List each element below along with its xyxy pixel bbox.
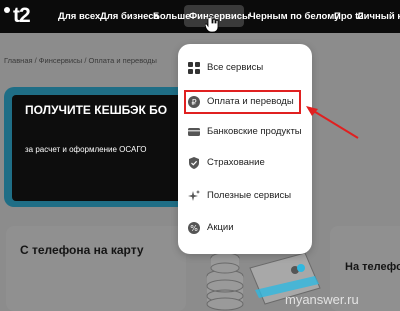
annotation-highlight-box: [184, 90, 301, 114]
sparkle-icon: [188, 190, 200, 201]
promo-title: ПОЛУЧИТЕ КЕШБЭК БО: [25, 103, 168, 117]
svg-text:%: %: [190, 224, 198, 233]
hand-cursor-icon: [205, 15, 219, 33]
nav-item-account[interactable]: Личный каб: [357, 9, 400, 24]
dropdown-item-insurance[interactable]: Страхование: [178, 152, 312, 174]
top-navigation: t2 Для всех Для бизнеса Больше Финсервис…: [0, 0, 400, 33]
nav-item-business[interactable]: Для бизнеса: [100, 9, 159, 24]
logo-dot: [4, 7, 10, 13]
dropdown-item-bank-products[interactable]: Банковские продукты: [178, 121, 312, 143]
dropdown-item-all-services[interactable]: Все сервисы: [178, 57, 312, 79]
finservices-dropdown: Все сервисы ₽ Оплата и переводы Банковск…: [178, 44, 312, 254]
shield-icon: [189, 157, 199, 169]
nav-item-finservices[interactable]: Финсервисы: [189, 9, 250, 24]
dropdown-item-label: Все сервисы: [207, 62, 264, 73]
dropdown-item-useful-services[interactable]: Полезные сервисы: [178, 185, 312, 207]
percent-icon: %: [188, 222, 200, 234]
logo-text: t2: [13, 4, 31, 27]
nav-item-black-on-white[interactable]: Черным по белому: [249, 9, 339, 24]
breadcrumb: Главная / Финсервисы / Оплата и переводы: [4, 56, 157, 65]
grid-icon: [188, 62, 200, 74]
nav-item-for-all[interactable]: Для всех: [58, 9, 100, 24]
card-icon: [188, 128, 200, 136]
annotation-arrow: [306, 106, 359, 139]
dropdown-item-label: Страхование: [207, 157, 265, 168]
phone-to-card-tile[interactable]: [6, 226, 186, 311]
t2-logo[interactable]: t2: [4, 4, 40, 28]
dropdown-item-label: Полезные сервисы: [207, 190, 292, 201]
phone-to-card-title: С телефона на карту: [20, 243, 144, 257]
nav-item-more[interactable]: Больше: [153, 9, 190, 24]
dropdown-item-label: Акции: [207, 222, 234, 233]
watermark: myanswer.ru: [285, 292, 359, 307]
dropdown-item-promotions[interactable]: % Акции: [178, 217, 312, 239]
coin-stack: [206, 252, 244, 311]
promo-subtitle: за расчет и оформление ОСАГО: [25, 145, 147, 154]
dropdown-item-label: Банковские продукты: [207, 126, 302, 137]
to-phone-title: На телефон: [345, 261, 400, 273]
